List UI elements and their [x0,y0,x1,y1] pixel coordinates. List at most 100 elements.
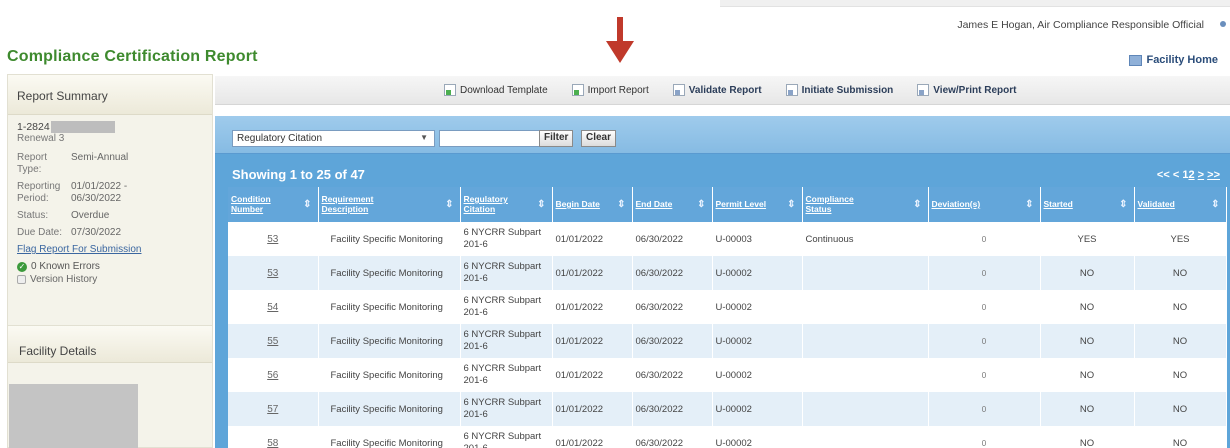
next-page-link[interactable]: > [1198,169,1204,181]
col-permit-level[interactable]: Permit Level ⇕ [712,187,803,222]
flag-report-link[interactable]: Flag Report For Submission [17,244,203,255]
validate-report-button[interactable]: Validate Report [672,84,762,96]
view-print-report-label: View/Print Report [933,84,1017,96]
deviations-cell: 0 [928,222,1041,256]
sort-icon[interactable]: ⇕ [1211,199,1219,210]
report-type-value: Semi-Annual [71,152,129,163]
download-template-label: Download Template [460,84,548,96]
renewal: Renewal 3 [17,133,65,144]
end-date-cell: 06/30/2022 [632,222,713,256]
col-label: Condition Number [231,194,271,214]
initiate-submission-label: Initiate Submission [801,84,894,96]
citation-cell: 6 NYCRR Subpart 201-6 [460,222,553,256]
reporting-period-row: Reporting Period: 01/01/2022 - 06/30/202… [17,181,203,205]
citation-cell: 6 NYCRR Subpart 201-6 [460,358,553,392]
page-2[interactable]: 2 [1188,169,1194,181]
clear-button[interactable]: Clear [581,130,617,147]
filter-button[interactable]: Filter [539,130,574,147]
print-icon [917,84,930,96]
deviations-cell: 0 [928,392,1041,426]
condition-link[interactable]: 57 [267,404,278,415]
col-started[interactable]: Started ⇕ [1040,187,1135,222]
col-label: Begin Date [555,199,600,209]
initiate-submission-button[interactable]: Initiate Submission [785,84,894,96]
end-date-cell: 06/30/2022 [632,358,713,392]
due-date-label: Due Date: [17,227,63,238]
filter-text-input[interactable] [439,130,545,147]
user-info: James E Hogan, Air Compliance Responsibl… [957,19,1204,31]
last-page-link[interactable]: >> [1207,169,1220,181]
col-label: End Date [635,199,673,209]
redacted-block [50,121,115,133]
user-menu-icon[interactable] [1220,21,1226,27]
known-errors[interactable]: ✓ 0 Known Errors [17,261,203,272]
report-id-text: 1-2824 [17,121,50,133]
sort-icon[interactable]: ⇕ [617,199,625,210]
conditions-panel: Regulatory Citation ▼ Filter Clear Showi… [215,116,1230,448]
condition-link[interactable]: 55 [267,336,278,347]
requirement-cell: Facility Specific Monitoring [318,222,461,256]
report-summary-title: Report Summary [8,75,212,115]
sort-icon[interactable]: ⇕ [537,199,545,210]
facility-details-title: Facility Details [8,325,212,363]
condition-link[interactable]: 53 [267,234,278,245]
col-validated[interactable]: Validated ⇕ [1134,187,1227,222]
table-row: 56 Facility Specific Monitoring 6 NYCRR … [228,358,1227,392]
pagination: << < 12 > >> [1157,169,1220,181]
end-date-cell: 06/30/2022 [632,426,713,448]
history-icon [17,275,26,284]
sort-icon[interactable]: ⇕ [913,199,921,210]
prev-page-link[interactable]: < [1173,169,1179,181]
sort-icon[interactable]: ⇕ [303,199,311,210]
col-requirement[interactable]: Requirement Description ⇕ [318,187,461,222]
condition-link[interactable]: 58 [267,438,278,448]
col-condition-number[interactable]: Condition Number ⇕ [228,187,319,222]
report-type-row: Report Type: Semi-Annual [17,152,203,176]
permit-level-cell: U-00002 [712,392,803,426]
status-value: Overdue [71,210,110,221]
sidebar: Report Summary 1-2824 Renewal 3 Report T… [7,74,213,448]
reporting-period-label: Reporting Period: [17,181,71,205]
condition-link[interactable]: 56 [267,370,278,381]
version-history[interactable]: Version History [17,274,203,285]
deviations-cell: 0 [928,290,1041,324]
condition-link[interactable]: 54 [267,302,278,313]
version-history-label: Version History [30,274,98,285]
filter-field-value: Regulatory Citation [237,133,323,144]
conditions-table-wrap: Condition Number ⇕ Requirement Descriptio… [228,187,1227,448]
table-header-row: Condition Number ⇕ Requirement Descriptio… [228,187,1227,222]
started-cell: NO [1040,358,1135,392]
download-template-button[interactable]: Download Template [444,84,548,96]
status-label: Status: [17,210,49,221]
permit-level-cell: U-00002 [712,358,803,392]
sort-icon[interactable]: ⇕ [1119,199,1127,210]
reporting-period-value: 01/01/2022 - 06/30/2022 [71,181,127,205]
citation-cell: 6 NYCRR Subpart 201-6 [460,324,553,358]
sort-icon[interactable]: ⇕ [445,199,453,210]
condition-link[interactable]: 53 [267,268,278,279]
begin-date-cell: 01/01/2022 [552,222,633,256]
sort-icon[interactable]: ⇕ [1025,199,1033,210]
col-label: Compliance Status [805,194,854,214]
first-page-link[interactable]: << [1157,169,1170,181]
page-title: Compliance Certification Report [7,48,258,65]
col-begin-date[interactable]: Begin Date ⇕ [552,187,633,222]
deviations-cell: 0 [928,256,1041,290]
col-citation[interactable]: Regulatory Citation ⇕ [460,187,553,222]
end-date-cell: 06/30/2022 [632,324,713,358]
facility-home-link[interactable]: Facility Home [1129,54,1218,66]
import-report-button[interactable]: Import Report [571,84,649,96]
requirement-cell: Facility Specific Monitoring [318,324,461,358]
compliance-status-cell: Continuous [802,222,929,256]
results-count: Showing 1 to 25 of 47 [232,167,365,182]
view-print-report-button[interactable]: View/Print Report [917,84,1016,96]
begin-date-cell: 01/01/2022 [552,290,633,324]
col-deviations[interactable]: Deviation(s) ⇕ [928,187,1041,222]
started-cell: YES [1040,222,1135,256]
col-compliance-status[interactable]: Compliance Status ⇕ [802,187,929,222]
filter-field-select[interactable]: Regulatory Citation ▼ [232,130,435,147]
sort-icon[interactable]: ⇕ [697,199,705,210]
condition-number-cell: 58 [228,426,319,448]
sort-icon[interactable]: ⇕ [787,199,795,210]
col-end-date[interactable]: End Date ⇕ [632,187,713,222]
